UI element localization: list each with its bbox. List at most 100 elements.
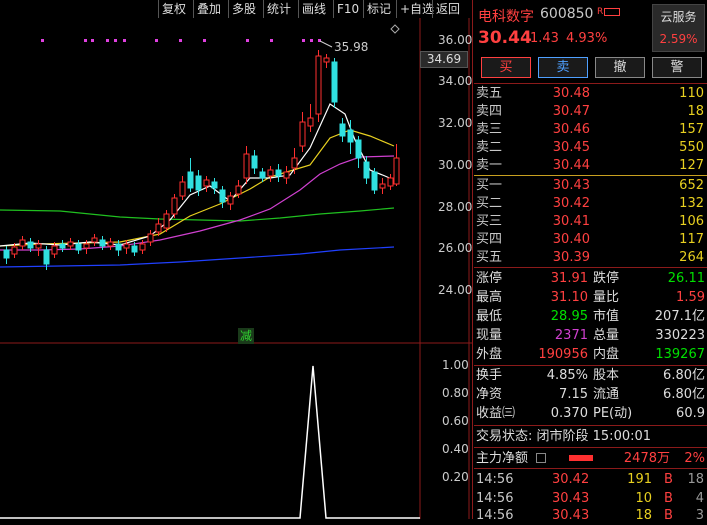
r-tag: R [597, 7, 621, 17]
volume-tick-04: 0.40 [442, 442, 469, 456]
panel-divider [472, 0, 473, 519]
alert-button[interactable]: 警 [652, 57, 702, 78]
current-volume-value: 2371 [554, 328, 588, 343]
candle [147, 233, 154, 243]
bid-label: 买三 [476, 214, 503, 229]
candle [115, 243, 122, 251]
candle [171, 197, 178, 215]
price-tick-24: 24.00 [438, 283, 473, 297]
bid-volume: 132 [679, 196, 704, 211]
bid-row[interactable]: 买五 30.39 264 [476, 248, 706, 267]
ask-label: 卖一 [476, 158, 503, 173]
pe-value: 60.9 [676, 406, 705, 421]
candle [59, 243, 66, 249]
volume-tick-08: 0.80 [442, 386, 469, 400]
price-tick-36: 36.00 [438, 33, 473, 47]
outer-volume-value: 190956 [538, 347, 588, 362]
cloud-service-box[interactable]: 云服务 2.59% [652, 4, 705, 52]
cloud-service-value: 2.59% [659, 32, 698, 46]
candle [379, 183, 386, 189]
tick-row[interactable]: 14:56 30.42 191 B 18 [476, 470, 706, 489]
tick-side: B [664, 472, 673, 487]
toolbar-multi-stock-button[interactable]: 多股 [228, 0, 263, 18]
kline-chart[interactable] [0, 18, 472, 519]
candle [283, 171, 290, 179]
candle [83, 243, 90, 249]
low-value: 28.95 [550, 309, 588, 324]
candle [363, 161, 370, 179]
outer-volume-label: 外盘 [476, 347, 503, 362]
cancel-order-button[interactable]: 撤 [595, 57, 645, 78]
high-label: 最高 [476, 290, 503, 305]
candle [211, 181, 218, 189]
candle [259, 171, 266, 179]
net-assets-value: 7.15 [559, 387, 588, 402]
candle [11, 246, 18, 255]
price-change: 1.43 [530, 31, 559, 46]
candle [235, 185, 242, 195]
list-icon[interactable] [536, 453, 546, 463]
ask-row[interactable]: 卖五 30.48 110 [476, 84, 706, 103]
price-tick-30: 30.00 [438, 158, 473, 172]
candle [43, 249, 50, 265]
pe-label: PE(动) [593, 406, 633, 421]
candle [339, 123, 346, 137]
candlesticks [3, 50, 400, 270]
bid-volume: 106 [679, 214, 704, 229]
volume-ratio-value: 1.59 [676, 290, 705, 305]
candle [195, 175, 202, 191]
ask-price: 30.45 [552, 140, 590, 155]
high-price-label: 35.98 [334, 40, 369, 54]
candle [75, 243, 82, 251]
bid-volume: 264 [679, 250, 704, 265]
ask-row[interactable]: 卖三 30.46 157 [476, 120, 706, 139]
current-volume-label: 现量 [476, 328, 503, 343]
tick-row[interactable]: 14:56 30.43 18 B 3 [476, 506, 706, 525]
toolbar-mark-button[interactable]: 标记 [363, 0, 396, 18]
bid-row[interactable]: 买四 30.40 117 [476, 230, 706, 249]
candle [331, 61, 338, 103]
candle [99, 239, 106, 247]
volume-tick-1: 1.00 [442, 358, 469, 372]
candle [27, 241, 34, 249]
candle [323, 57, 330, 63]
bid-row[interactable]: 买一 30.43 652 [476, 176, 706, 195]
candle [91, 237, 98, 243]
toolbar-add-watchlist-button[interactable]: +自选 [396, 0, 434, 18]
limit-up-value: 31.91 [550, 271, 588, 286]
bid-price: 30.39 [552, 250, 590, 265]
ask-row[interactable]: 卖一 30.44 127 [476, 156, 706, 175]
ask-row[interactable]: 卖四 30.47 18 [476, 102, 706, 121]
ask-row[interactable]: 卖二 30.45 550 [476, 138, 706, 157]
ask-volume: 127 [679, 158, 704, 173]
toolbar-restore-rights-button[interactable]: 复权 [158, 0, 193, 18]
candle [67, 241, 74, 247]
last-price: 30.44 [478, 28, 532, 48]
divider [474, 447, 707, 448]
candle [19, 239, 26, 247]
candle [3, 249, 10, 259]
tick-price: 30.43 [552, 508, 590, 523]
total-volume-value: 330223 [655, 328, 705, 343]
cloud-service-label: 云服务 [660, 10, 697, 24]
limit-up-label: 涨停 [476, 271, 503, 286]
toolbar-f10-button[interactable]: F10 [333, 0, 363, 18]
price-tick-26: 26.00 [438, 241, 473, 255]
volume-tick-02: 0.20 [442, 470, 469, 484]
ask-price: 30.47 [552, 104, 590, 119]
toolbar-back-button[interactable]: 返回 [432, 0, 463, 18]
sell-button[interactable]: 卖 [538, 57, 588, 78]
candle [203, 179, 210, 187]
toolbar-statistics-button[interactable]: 统计 [263, 0, 298, 18]
limit-down-label: 跌停 [593, 271, 620, 286]
candle [307, 117, 314, 127]
toolbar-draw-line-button[interactable]: 画线 [298, 0, 333, 18]
ma-mid-line [0, 207, 395, 222]
buy-button[interactable]: 买 [481, 57, 531, 78]
toolbar-overlay-button[interactable]: 叠加 [193, 0, 228, 18]
bid-row[interactable]: 买二 30.42 132 [476, 194, 706, 213]
bid-row[interactable]: 买三 30.41 106 [476, 212, 706, 231]
volume-ratio-label: 量比 [593, 290, 620, 305]
ask-label: 卖三 [476, 122, 503, 137]
ask-price: 30.48 [552, 86, 590, 101]
